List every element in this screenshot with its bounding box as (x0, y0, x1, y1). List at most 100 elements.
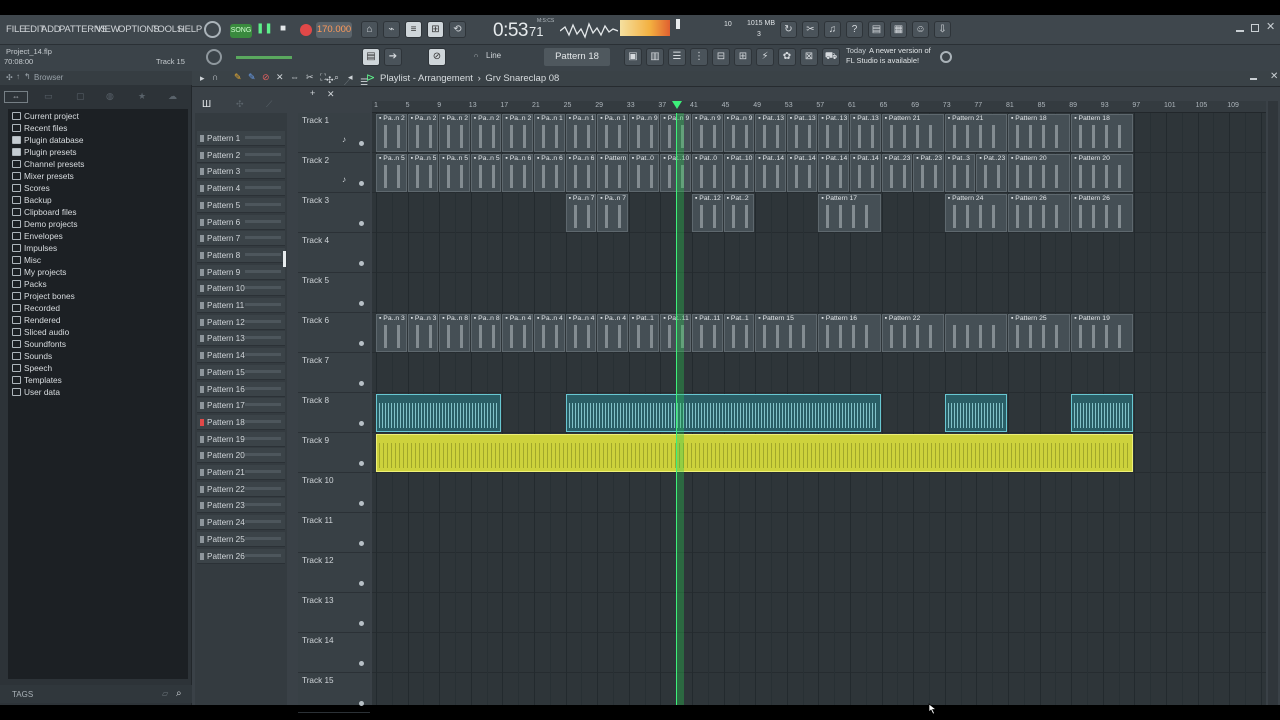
playlist-clip[interactable]: ▪ Pattern 26 (1071, 194, 1134, 232)
news-line-2[interactable]: FL Studio is available! (846, 56, 919, 65)
draw-tool-icon[interactable]: ✎ (234, 72, 242, 83)
menu-file[interactable]: FILE (6, 24, 25, 35)
tag-edit-icon[interactable]: ▱ (162, 689, 168, 698)
browser-item[interactable]: Current project (12, 111, 79, 123)
playlist-clip[interactable]: ▪ Pa..n 7 (565, 194, 597, 232)
track-header[interactable]: Track 8 (298, 393, 370, 433)
pattern-selector[interactable]: Pattern 18 (544, 48, 610, 66)
pattern-item[interactable]: Pattern 1 (197, 131, 285, 146)
master-volume-slider[interactable] (236, 56, 292, 59)
pattern-item[interactable]: Pattern 19 (197, 431, 285, 447)
pattern-item[interactable]: Pattern 26 (197, 548, 285, 564)
browser-folder-icon[interactable]: ▭ (44, 91, 53, 102)
playlist-clip[interactable]: ▪ Pa..n 6 (502, 154, 533, 192)
playlist-clip[interactable] (376, 434, 1134, 472)
playlist-clip[interactable]: ▪ Pattern 20 (1071, 154, 1134, 192)
playlist-clip[interactable]: ▪ Pat..2 (723, 194, 755, 232)
playhead-marker-icon[interactable] (672, 101, 683, 109)
playlist-clip[interactable]: ▪ Pat..1 (628, 314, 660, 352)
track-mute-led[interactable] (359, 461, 364, 466)
track-header[interactable]: Track 3 (298, 193, 370, 233)
playlist-clip[interactable]: ▪ Pat..14 (755, 154, 786, 192)
tags-search-icon[interactable]: ⌕ (176, 688, 182, 699)
pattern-item[interactable]: Pattern 16 (197, 381, 285, 397)
playlist-clip[interactable]: ▪ Pat..11 (692, 314, 723, 352)
browser-item[interactable]: Impulses (12, 243, 57, 255)
track-header[interactable]: Track 15 (298, 673, 370, 713)
playlist-clip[interactable] (1071, 394, 1134, 432)
back-icon[interactable]: ↰ (24, 72, 31, 81)
browser-plugin-icon[interactable]: ◍ (106, 91, 114, 102)
playlist-clip[interactable]: ▪ Pa..n 5 (439, 154, 470, 192)
paint-tool-icon[interactable]: ✎ (248, 72, 256, 83)
browser-file-icon[interactable]: ▢ (76, 91, 85, 102)
browser-item[interactable]: Clipboard files (12, 207, 77, 219)
playlist-clip[interactable]: ▪ Pat..23 (913, 154, 944, 192)
browser-cloud-icon[interactable]: ☁ (168, 91, 177, 102)
playlist-clip[interactable]: ▪ Pattern 16 (818, 314, 881, 352)
playlist-clip[interactable]: ▪ Pa..n 3 (376, 314, 407, 352)
browser-item[interactable]: My projects (12, 267, 66, 279)
pattern-item[interactable]: Pattern 25 (197, 531, 285, 547)
browser-item[interactable]: Mixer presets (12, 171, 74, 183)
pattern-item[interactable]: Pattern 21 (197, 465, 285, 480)
pattern-item[interactable]: Pattern 3 (197, 164, 285, 180)
browser-item[interactable]: Envelopes (12, 231, 63, 243)
sync-dial-icon[interactable] (204, 21, 221, 38)
blend-notes-icon[interactable]: ⊞ (427, 21, 444, 38)
browser-item[interactable]: Sliced audio (12, 327, 69, 339)
track-header[interactable]: Track 10 (298, 473, 370, 513)
timeline-ruler[interactable]: 1 5 9 13 17 21 25 29 33 37 41 45 49 53 57 61 65 69 73 77 81 8… (372, 101, 1266, 113)
playlist-clip[interactable]: ▪ Pa..n 9 (723, 114, 755, 152)
browser-item[interactable]: Soundfonts (12, 339, 66, 351)
track-header[interactable]: Track 2 ♪ (298, 153, 370, 193)
track-header[interactable]: Track 14 (298, 633, 370, 673)
menu-help[interactable]: HELP (178, 24, 202, 35)
playlist-clip[interactable]: ▪ Pa..n 8 (470, 314, 502, 352)
browser-item[interactable]: Recent files (12, 123, 67, 135)
playlist-clip[interactable] (944, 394, 1007, 432)
stop-icon[interactable]: ■ (276, 23, 290, 37)
browser-item[interactable]: Speech (12, 363, 52, 375)
playlist-clip[interactable]: ▪ Pa..n 6 (565, 154, 597, 192)
playlist-clip[interactable]: ▪ Pattern (597, 154, 628, 192)
playlist-grip-icon[interactable]: ⟋ (344, 77, 350, 88)
arrows-icon[interactable]: ✣ (6, 73, 13, 82)
playlist-clip[interactable]: ▪ Pat..3 (944, 154, 976, 192)
pattern-item[interactable]: Pattern 10 (197, 281, 285, 297)
playlist-clip[interactable]: ▪ Pa..n 2 (502, 114, 533, 152)
mixer-icon[interactable]: ☰ (668, 48, 686, 66)
playlist-clip[interactable]: ▪ Pa..n 3 (407, 314, 439, 352)
browser-item[interactable]: Sounds (12, 351, 52, 363)
playlist-clip[interactable]: ▪ Pa..n 5 (376, 154, 407, 192)
song-mode-toggle[interactable]: SONG (230, 24, 252, 38)
playlist-clip[interactable]: ▪ Pa..n 6 (534, 154, 565, 192)
link-icon[interactable]: ⊘ (428, 48, 446, 66)
track-mute-led[interactable] (359, 661, 364, 666)
track-mute-led[interactable] (359, 381, 364, 386)
master-pitch-knob[interactable] (206, 49, 222, 65)
playlist-clip[interactable]: ▪ Pat..14 (786, 154, 818, 192)
pattern-item[interactable]: Pattern 22 (197, 481, 285, 497)
track-mute-led[interactable] (359, 341, 364, 346)
track-header[interactable]: Track 1 ♪ (298, 113, 370, 153)
mute-tool-icon[interactable]: ✕ (276, 72, 284, 83)
maximize-icon[interactable] (1251, 24, 1259, 32)
browser-item[interactable]: Templates (12, 375, 62, 387)
metronome-icon[interactable]: ⌂ (361, 21, 378, 38)
countdown-icon[interactable]: ≡ (405, 21, 422, 38)
piano-roll-icon[interactable]: ▥ (646, 48, 664, 66)
news-globe-icon[interactable] (940, 51, 952, 63)
save-icon[interactable]: ▤ (868, 21, 885, 38)
playlist-clip[interactable]: ▪ Pa..n 2 (470, 114, 502, 152)
playlist-clip[interactable]: ▪ Pa..n 4 (597, 314, 628, 352)
pattern-item[interactable]: Pattern 13 (197, 331, 285, 347)
browser-item[interactable]: Rendered (12, 315, 60, 327)
track-mute-led[interactable] (359, 141, 364, 146)
track-mute-led[interactable] (359, 221, 364, 226)
picker-menu-icon[interactable]: Ш (202, 99, 216, 111)
playlist-clip[interactable]: ▪ Pa..n 1 (597, 114, 628, 152)
playlist-clip[interactable]: ▪ Pattern 15 (755, 314, 818, 352)
playlist-clip[interactable]: ▪ Pa..n 4 (502, 314, 533, 352)
slip-tool-icon[interactable]: ⇔ (290, 72, 299, 82)
